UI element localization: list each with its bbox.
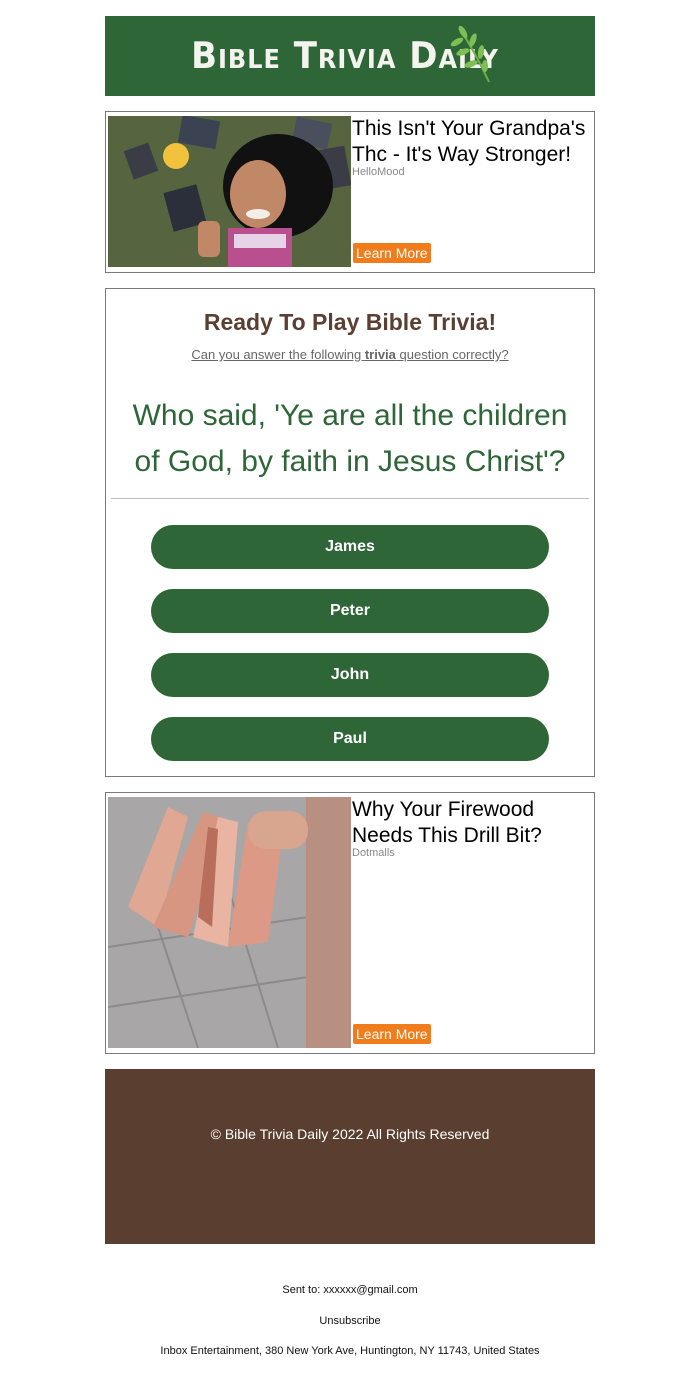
- ad-image[interactable]: [108, 797, 351, 1048]
- trivia-card: Ready To Play Bible Trivia! Can you answ…: [105, 288, 595, 777]
- company-address: Inbox Entertainment, 380 New York Ave, H…: [160, 1345, 540, 1357]
- answer-button-james[interactable]: James: [151, 525, 549, 569]
- trivia-subheading[interactable]: Can you answer the following trivia ques…: [106, 347, 594, 362]
- sub-text-before: Can you answer the following: [191, 347, 365, 362]
- answer-button-john[interactable]: John: [151, 653, 549, 697]
- learn-more-button[interactable]: Learn More: [353, 1024, 431, 1044]
- trivia-heading: Ready To Play Bible Trivia!: [203, 309, 497, 335]
- ad-text-block: Why Your Firewood Needs This Drill Bit? …: [352, 797, 588, 859]
- ad-text-block: This Isn't Your Grandpa's Thc - It's Way…: [352, 116, 588, 178]
- sponsored-ad-2[interactable]: Why Your Firewood Needs This Drill Bit? …: [105, 792, 595, 1054]
- sponsored-ad-1[interactable]: This Isn't Your Grandpa's Thc - It's Way…: [105, 111, 595, 273]
- footer-banner: © Bible Trivia Daily 2022 All Rights Res…: [105, 1069, 595, 1244]
- ad-headline[interactable]: This Isn't Your Grandpa's Thc - It's Way…: [352, 116, 588, 168]
- learn-more-button[interactable]: Learn More: [353, 243, 431, 263]
- sub-text-after: question correctly?: [395, 347, 509, 362]
- ad-image[interactable]: [108, 116, 351, 267]
- sub-text-bold: trivia: [364, 347, 396, 362]
- sent-to-text: Sent to: xxxxxx@gmail.com: [282, 1284, 418, 1296]
- ad-photo-woman-on-grass: [108, 116, 351, 267]
- email-page: Bible Trivia Daily This Isn't Your Grand…: [0, 0, 700, 1398]
- trivia-question: Who said, 'Ye are all the children of Go…: [132, 399, 568, 478]
- answer-button-peter[interactable]: Peter: [151, 589, 549, 633]
- unsubscribe-link[interactable]: Unsubscribe: [0, 1315, 700, 1327]
- answer-button-paul[interactable]: Paul: [151, 717, 549, 761]
- copyright-text: © Bible Trivia Daily 2022 All Rights Res…: [210, 1126, 490, 1142]
- olive-branch-icon: [450, 25, 490, 83]
- header-banner[interactable]: Bible Trivia Daily: [105, 16, 595, 96]
- divider: [111, 498, 589, 499]
- ad-photo-firewood: [108, 797, 351, 1048]
- ad-headline[interactable]: Why Your Firewood Needs This Drill Bit?: [352, 797, 588, 849]
